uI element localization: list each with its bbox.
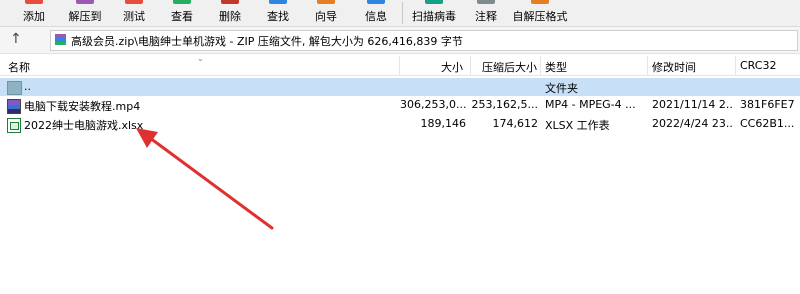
- annotation-arrow: [136, 128, 274, 230]
- arrow-head-icon: [136, 128, 158, 148]
- arrow-shaft: [148, 136, 274, 230]
